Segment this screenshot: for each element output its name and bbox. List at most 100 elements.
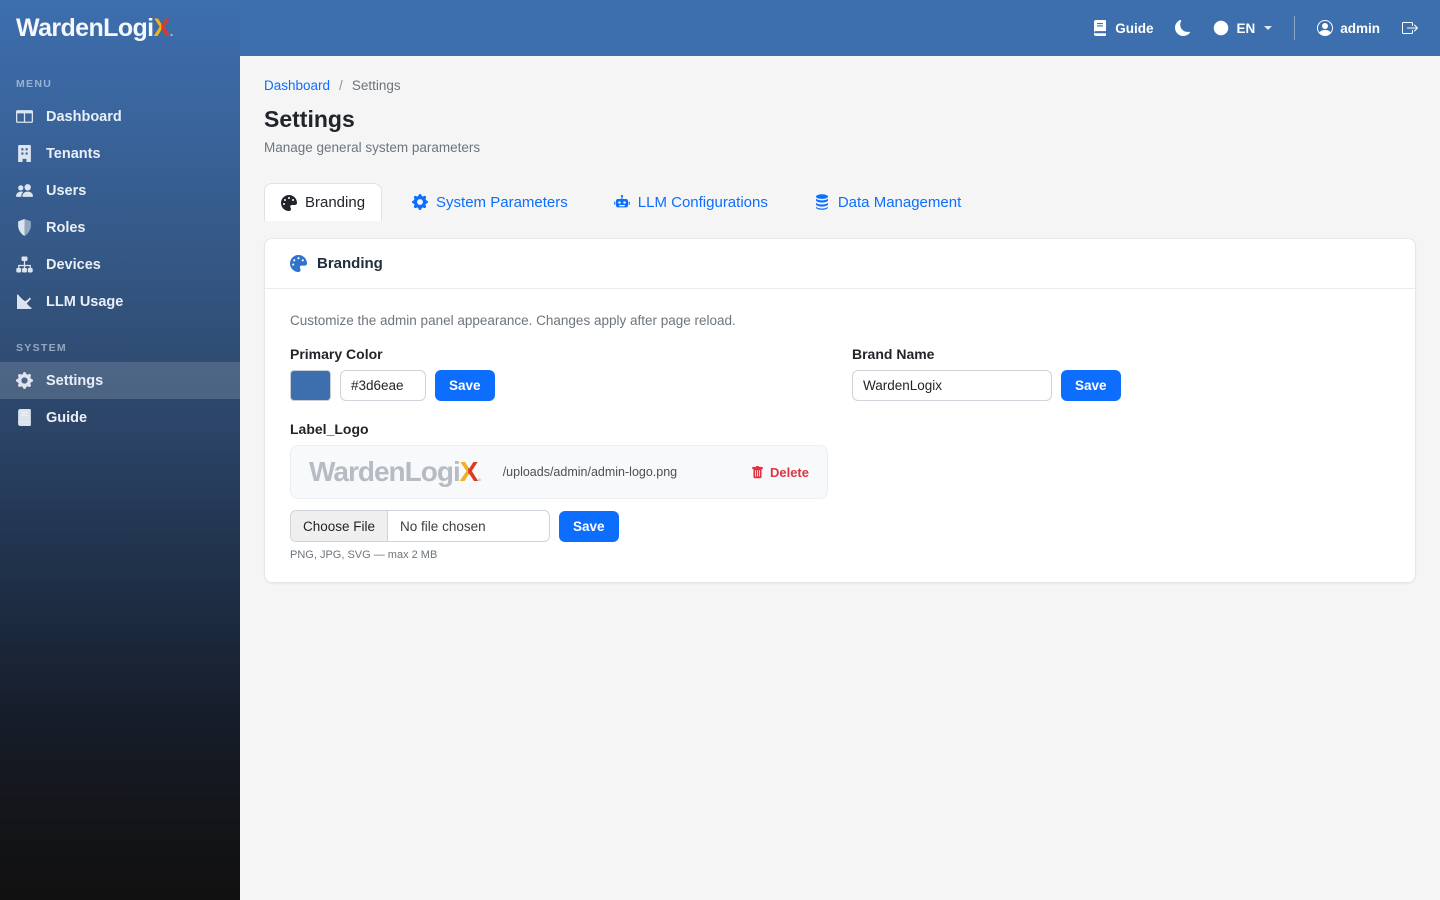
tab-branding[interactable]: Branding — [264, 183, 383, 221]
uploaded-logo-image: WardenLogiX. — [309, 456, 482, 488]
branding-intro-text: Customize the admin panel appearance. Ch… — [290, 313, 736, 328]
sidebar-item-guide[interactable]: Guide — [0, 399, 240, 436]
save-brand-name-button[interactable]: Save — [1061, 370, 1121, 401]
shield-icon — [18, 219, 31, 236]
logo-label: Label_Logo — [290, 421, 369, 437]
robot-icon — [613, 194, 630, 208]
file-status-text: No file chosen — [400, 518, 486, 534]
gear-icon — [412, 194, 429, 210]
sidebar-section-system: SYSTEM — [16, 342, 67, 354]
brand-name-label: Brand Name — [852, 346, 935, 362]
user-circle-icon — [1317, 20, 1334, 36]
sidebar-item-users[interactable]: Users — [0, 172, 240, 209]
sidebar-item-settings[interactable]: Settings — [0, 362, 240, 399]
building-icon — [18, 145, 31, 162]
sidebar-item-label: Roles — [46, 219, 86, 236]
sidebar-item-label: Dashboard — [46, 108, 122, 125]
brand-logo-dot: . — [169, 23, 174, 39]
topbar-guide-label: Guide — [1115, 20, 1154, 36]
tab-data-management[interactable]: Data Management — [798, 183, 977, 221]
tab-label: Data Management — [837, 193, 962, 211]
choose-file-button[interactable]: Choose File — [291, 511, 389, 541]
sidebar-item-label: LLM Usage — [46, 293, 124, 310]
topbar-guide-button[interactable]: Guide — [1092, 20, 1153, 36]
sidebar-item-label: Tenants — [46, 145, 101, 162]
brand-name-row: Save — [852, 370, 1390, 401]
dashboard-icon — [16, 110, 33, 123]
globe-icon — [1214, 20, 1229, 36]
logo-file-input[interactable]: Choose File No file chosen — [290, 510, 550, 542]
card-title: Branding — [317, 255, 383, 272]
branding-card-body: Customize the admin panel appearance. Ch… — [265, 289, 1415, 582]
sidebar-item-label: Users — [46, 182, 87, 199]
tab-label: LLM Configurations — [637, 193, 768, 211]
color-swatch[interactable] — [290, 370, 331, 401]
dark-mode-toggle[interactable] — [1175, 20, 1191, 36]
sidebar-item-devices[interactable]: Devices — [0, 246, 240, 283]
logo-upload-row: Choose File No file chosen Save — [290, 510, 828, 542]
brand-logo-text: WardenLogiX. — [16, 14, 173, 43]
logout-button[interactable] — [1402, 20, 1418, 36]
branding-form-left: Primary Color Save Label_Logo WardenLogi… — [290, 346, 828, 561]
delete-logo-button[interactable]: Delete — [751, 465, 809, 480]
sitemap-icon — [16, 256, 33, 273]
tab-llm-configurations[interactable]: LLM Configurations — [598, 183, 784, 221]
branding-form: Primary Color Save Label_Logo WardenLogi… — [290, 346, 1390, 561]
tab-system-parameters[interactable]: System Parameters — [396, 183, 584, 221]
primary-color-input[interactable] — [340, 370, 426, 401]
user-menu[interactable]: admin — [1317, 20, 1380, 36]
sign-out-icon — [1402, 22, 1418, 34]
book-icon — [1094, 20, 1107, 36]
uploaded-logo-dot: . — [477, 468, 481, 485]
branding-card: Branding Customize the admin panel appea… — [264, 238, 1416, 583]
logo-block: Label_Logo WardenLogiX. /uploads/admin/a… — [290, 421, 828, 561]
page-content: Dashboard / Settings Settings Manage gen… — [240, 56, 1440, 900]
sidebar-item-label: Devices — [46, 256, 101, 273]
topbar-divider — [1294, 16, 1296, 40]
breadcrumb: Dashboard / Settings — [264, 78, 1416, 93]
chart-line-icon — [17, 294, 32, 309]
trash-icon — [752, 465, 763, 478]
page-subtitle: Manage general system parameters — [264, 140, 481, 155]
sidebar-item-tenants[interactable]: Tenants — [0, 135, 240, 172]
sidebar-item-dashboard[interactable]: Dashboard — [0, 98, 240, 135]
branding-form-right: Brand Name Save — [852, 346, 1390, 561]
primary-color-row: Save — [290, 370, 828, 401]
brand-name-input[interactable] — [852, 370, 1052, 401]
breadcrumb-current: Settings — [351, 78, 401, 93]
users-icon — [16, 184, 33, 197]
save-logo-button[interactable]: Save — [559, 510, 619, 542]
tab-label: System Parameters — [436, 193, 568, 211]
logo-path-text: /uploads/admin/admin-logo.png — [502, 465, 678, 479]
settings-tabs: Branding System Parameters LLM Configura… — [264, 183, 1416, 221]
brand-logo-x: X — [154, 14, 171, 43]
topbar: Guide EN admin — [240, 0, 1440, 56]
app-root: WardenLogiX. MENU Dashboard Tenants User… — [0, 0, 1440, 900]
database-icon — [815, 194, 828, 210]
brand-logo[interactable]: WardenLogiX. — [0, 0, 240, 56]
branding-card-header: Branding — [265, 239, 1415, 289]
chevron-down-icon — [1264, 26, 1273, 30]
palette-icon — [281, 194, 297, 211]
upload-hint-text: PNG, JPG, SVG — max 2 MB — [290, 549, 438, 561]
sidebar-item-roles[interactable]: Roles — [0, 209, 240, 246]
sidebar-item-label: Settings — [46, 372, 104, 389]
sidebar-section-menu: MENU — [16, 78, 53, 90]
book-icon — [18, 409, 31, 426]
save-primary-color-button[interactable]: Save — [435, 370, 495, 401]
moon-icon — [1175, 20, 1191, 36]
breadcrumb-separator: / — [339, 78, 343, 93]
sidebar: WardenLogiX. MENU Dashboard Tenants User… — [0, 0, 240, 900]
language-selector[interactable]: EN — [1213, 20, 1273, 36]
breadcrumb-dashboard-link[interactable]: Dashboard — [264, 78, 330, 93]
language-label: EN — [1236, 20, 1256, 36]
sidebar-item-llm-usage[interactable]: LLM Usage — [0, 283, 240, 320]
delete-label: Delete — [769, 464, 809, 480]
uploaded-logo-x: X — [460, 456, 479, 488]
page-title: Settings — [264, 106, 355, 132]
main-area: Guide EN admin Dashboard / Settings Sett… — [240, 0, 1440, 900]
tab-label: Branding — [305, 194, 366, 211]
primary-color-label: Primary Color — [290, 346, 383, 362]
palette-icon — [290, 255, 307, 272]
sidebar-item-label: Guide — [46, 409, 88, 426]
